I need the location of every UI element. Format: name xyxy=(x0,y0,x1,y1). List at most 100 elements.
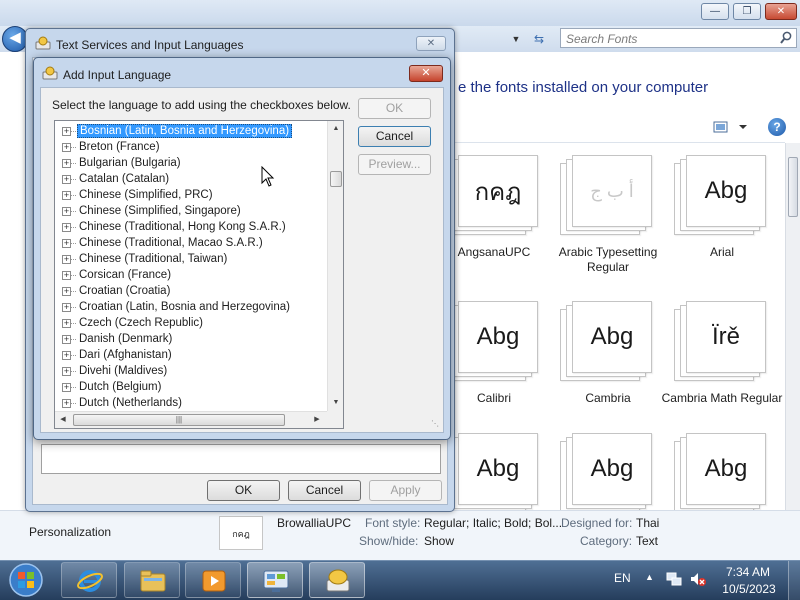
language-tree-item[interactable]: + Chinese (Traditional, Taiwan) xyxy=(55,251,327,267)
resize-grip-icon[interactable]: ⋱ xyxy=(431,418,443,430)
expand-plus-icon[interactable]: + xyxy=(62,143,71,152)
horizontal-scrollbar[interactable]: ◀ ||| ▶ xyxy=(55,411,327,428)
preview-button[interactable]: Preview... xyxy=(358,154,431,175)
language-tree-item[interactable]: + Breton (France) xyxy=(55,139,327,155)
help-icon[interactable]: ? xyxy=(768,118,786,136)
expand-plus-icon[interactable]: + xyxy=(62,159,71,168)
font-name: Arial xyxy=(709,245,734,259)
language-tree-item[interactable]: + Chinese (Simplified, Singapore) xyxy=(55,203,327,219)
personalization-link[interactable]: Personalization xyxy=(29,525,111,539)
expand-plus-icon[interactable]: + xyxy=(62,319,71,328)
tree-connector xyxy=(71,323,76,324)
language-label: Czech (Czech Republic) xyxy=(79,317,203,329)
cancel-button[interactable]: Cancel xyxy=(358,126,431,147)
scroll-right-icon[interactable]: ▶ xyxy=(309,412,325,428)
font-preview-stack: Abg xyxy=(560,301,656,381)
taskbar-control-panel[interactable] xyxy=(247,562,303,598)
refresh-icon[interactable]: ⇆ xyxy=(528,29,550,49)
language-tree-item[interactable]: + Corsican (France) xyxy=(55,267,327,283)
expand-plus-icon[interactable]: + xyxy=(62,239,71,248)
expand-plus-icon[interactable]: + xyxy=(62,383,71,392)
language-tree-item[interactable]: + Croatian (Latin, Bosnia and Herzegovina… xyxy=(55,299,327,315)
address-dropdown-icon[interactable]: ▼ xyxy=(508,30,524,48)
installed-services-list[interactable] xyxy=(41,444,441,474)
network-icon[interactable] xyxy=(666,571,682,587)
start-button-icon[interactable] xyxy=(4,562,48,598)
apply-button[interactable]: Apply xyxy=(369,480,442,501)
taskbar-internet-explorer[interactable] xyxy=(61,562,117,598)
language-tree-item[interactable]: + Czech (Czech Republic) xyxy=(55,315,327,331)
language-tree-item[interactable]: + Dari (Afghanistan) xyxy=(55,347,327,363)
view-options-icon[interactable] xyxy=(713,118,753,136)
clock-date[interactable]: 10/5/2023 xyxy=(716,582,782,596)
tree-connector xyxy=(71,163,76,164)
language-tree-item[interactable]: + Dutch (Belgium) xyxy=(55,379,327,395)
taskbar-text-services[interactable] xyxy=(309,562,365,598)
search-icon[interactable] xyxy=(780,31,792,45)
font-preview-page: Abg xyxy=(458,301,538,373)
close-icon[interactable]: ✕ xyxy=(409,65,443,82)
close-icon[interactable]: ✕ xyxy=(416,36,446,51)
expand-plus-icon[interactable]: + xyxy=(62,175,71,184)
expand-plus-icon[interactable]: + xyxy=(62,255,71,264)
taskbar-file-explorer[interactable] xyxy=(124,562,180,598)
tree-connector xyxy=(71,147,76,148)
font-preview-page: Abg xyxy=(572,433,652,505)
expand-plus-icon[interactable]: + xyxy=(62,127,71,136)
search-input[interactable]: Search Fonts xyxy=(560,28,797,48)
text-services-titlebar[interactable]: Text Services and Input Languages ✕ xyxy=(26,29,454,57)
language-label: Dutch (Belgium) xyxy=(79,381,162,393)
expand-plus-icon[interactable]: + xyxy=(62,287,71,296)
cancel-button[interactable]: Cancel xyxy=(288,480,361,501)
expand-plus-icon[interactable]: + xyxy=(62,207,71,216)
expand-plus-icon[interactable]: + xyxy=(62,303,71,312)
volume-muted-icon[interactable] xyxy=(690,571,706,587)
minimize-button[interactable]: — xyxy=(701,3,729,20)
language-tree[interactable]: + Bosnian (Latin, Bosnia and Herzegovina)… xyxy=(54,120,344,429)
keyboard-globe-icon xyxy=(326,569,350,592)
language-tree-item[interactable]: + Danish (Denmark) xyxy=(55,331,327,347)
language-tree-item[interactable]: + Chinese (Traditional, Macao S.A.R.) xyxy=(55,235,327,251)
scroll-down-icon[interactable]: ▼ xyxy=(328,395,343,411)
language-tree-item[interactable]: + Catalan (Catalan) xyxy=(55,171,327,187)
language-tree-item[interactable]: + Dutch (Netherlands) xyxy=(55,395,327,411)
scroll-left-icon[interactable]: ◀ xyxy=(55,412,71,428)
expand-plus-icon[interactable]: + xyxy=(62,351,71,360)
clock-time[interactable]: 7:34 AM xyxy=(718,565,778,579)
expand-plus-icon[interactable]: + xyxy=(62,399,71,408)
expand-plus-icon[interactable]: + xyxy=(62,223,71,232)
expand-plus-icon[interactable]: + xyxy=(62,367,71,376)
show-hide-label: Show/hide: xyxy=(359,534,419,548)
show-hidden-icons-icon[interactable]: ▲ xyxy=(645,572,654,582)
toolbar-divider xyxy=(455,142,785,143)
tree-connector xyxy=(71,387,76,388)
instruction-text: Select the language to add using the che… xyxy=(52,98,351,112)
vertical-scroll-thumb[interactable] xyxy=(330,171,342,187)
font-preview-stack: Ïrě xyxy=(674,301,770,381)
scrollbar-thumb[interactable] xyxy=(788,157,798,217)
ok-button[interactable]: OK xyxy=(358,98,431,119)
language-tree-item[interactable]: + Chinese (Simplified, PRC) xyxy=(55,187,327,203)
expand-plus-icon[interactable]: + xyxy=(62,271,71,280)
taskbar-media-player[interactable] xyxy=(185,562,241,598)
expand-plus-icon[interactable]: + xyxy=(62,191,71,200)
input-language-indicator[interactable]: EN xyxy=(614,571,631,585)
language-tree-item[interactable]: + Chinese (Traditional, Hong Kong S.A.R.) xyxy=(55,219,327,235)
show-desktop-button[interactable] xyxy=(788,561,800,600)
add-input-language-body: Select the language to add using the che… xyxy=(40,87,444,433)
expand-plus-icon[interactable]: + xyxy=(62,335,71,344)
scroll-up-icon[interactable]: ▲ xyxy=(328,121,343,137)
language-tree-item[interactable]: + Bosnian (Latin, Bosnia and Herzegovina) xyxy=(55,123,327,139)
language-tree-item[interactable]: + Divehi (Maldives) xyxy=(55,363,327,379)
ok-button[interactable]: OK xyxy=(207,480,280,501)
language-tree-item[interactable]: + Bulgarian (Bulgaria) xyxy=(55,155,327,171)
language-label: Dutch (Netherlands) xyxy=(79,397,182,409)
language-tree-item[interactable]: + Croatian (Croatia) xyxy=(55,283,327,299)
horizontal-scroll-thumb[interactable]: ||| xyxy=(73,414,285,426)
vertical-scrollbar[interactable]: ▲ ▼ xyxy=(327,121,343,411)
content-scrollbar[interactable] xyxy=(785,143,800,513)
maximize-button[interactable]: ❐ xyxy=(733,3,761,20)
add-input-language-title: Add Input Language xyxy=(63,68,172,82)
close-window-button[interactable]: ✕ xyxy=(765,3,797,20)
tree-connector xyxy=(71,355,76,356)
